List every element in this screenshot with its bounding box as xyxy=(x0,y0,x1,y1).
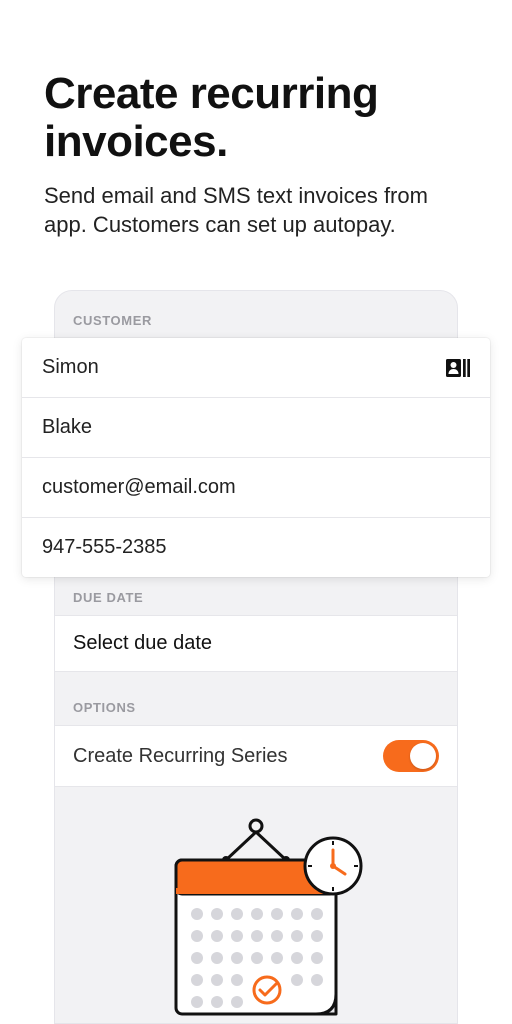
email-row[interactable] xyxy=(22,458,490,518)
page-subtitle: Send email and SMS text invoices from ap… xyxy=(0,167,512,240)
last-name-row[interactable] xyxy=(22,398,490,458)
customer-popup xyxy=(22,338,490,577)
phone-row[interactable] xyxy=(22,518,490,577)
first-name-row[interactable] xyxy=(22,338,490,398)
options-section-label: OPTIONS xyxy=(55,700,457,725)
clock-icon xyxy=(305,838,361,894)
calendar-illustration xyxy=(0,814,512,1024)
toggle-knob xyxy=(410,743,436,769)
recurring-series-row: Create Recurring Series xyxy=(55,725,457,787)
phone-input[interactable] xyxy=(42,536,470,559)
customer-section-label: CUSTOMER xyxy=(55,313,457,338)
last-name-input[interactable] xyxy=(42,416,470,439)
contact-card-icon[interactable] xyxy=(446,358,470,378)
recurring-series-toggle[interactable] xyxy=(383,740,439,772)
recurring-series-label: Create Recurring Series xyxy=(73,745,288,768)
due-date-select[interactable]: Select due date xyxy=(55,615,457,672)
page-title: Create recurring invoices. xyxy=(0,0,512,167)
due-date-section-label: DUE DATE xyxy=(55,590,457,615)
email-input[interactable] xyxy=(42,476,470,499)
first-name-input[interactable] xyxy=(42,356,446,379)
